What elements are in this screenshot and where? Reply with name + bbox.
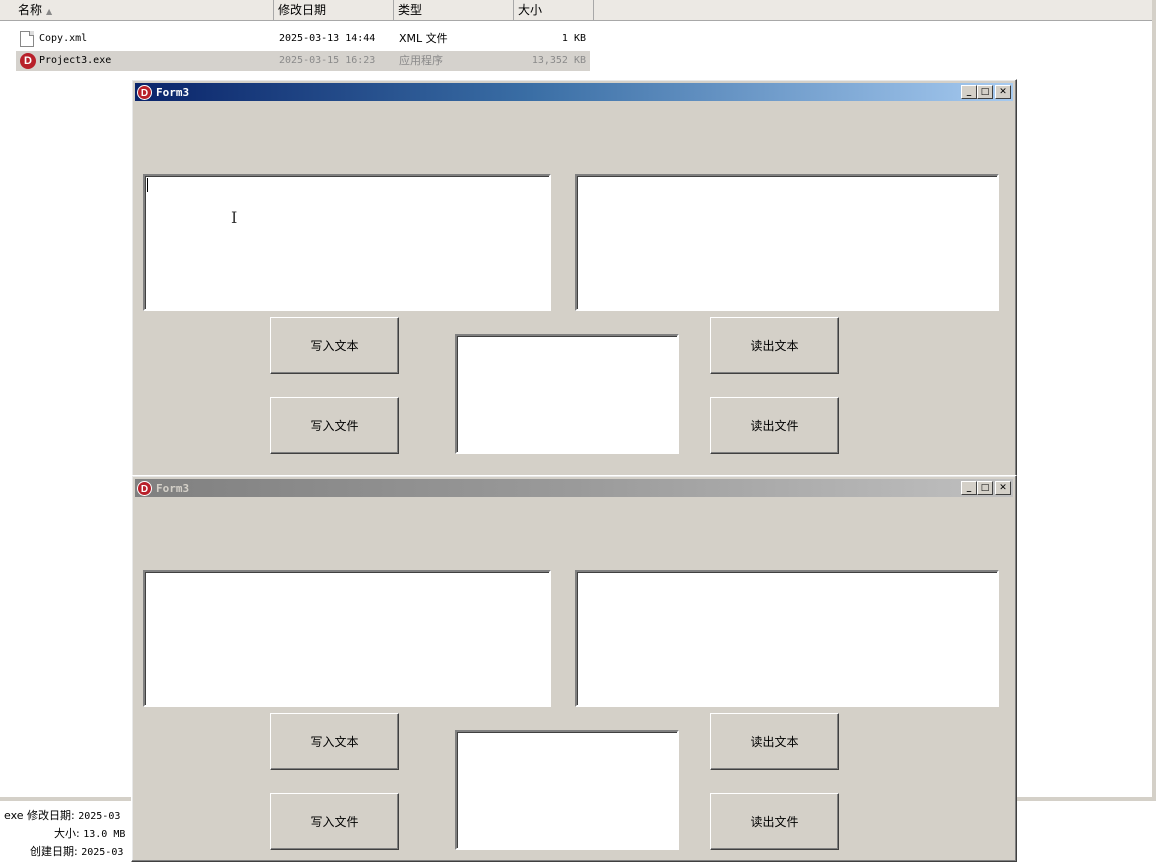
read-text-button[interactable]: 读出文本 <box>710 713 839 770</box>
title-buttons: _ □ ✕ <box>961 85 1011 99</box>
column-size[interactable]: 大小 <box>514 0 594 21</box>
detail-value: 2025-03 <box>81 847 124 858</box>
detail-created: 创建日期: 2025-03 <box>30 843 123 859</box>
title-bar[interactable]: D Form3 _ □ ✕ <box>135 479 1013 497</box>
delphi-app-icon[interactable]: D <box>137 480 152 496</box>
window-title: Form3 <box>156 481 190 495</box>
title-buttons: _ □ ✕ <box>961 481 1011 495</box>
write-file-button[interactable]: 写入文件 <box>270 793 399 850</box>
memo-right[interactable] <box>575 570 999 707</box>
file-name: Copy.xml <box>39 33 88 44</box>
memo-center[interactable] <box>455 334 679 454</box>
maximize-button[interactable]: □ <box>977 481 993 495</box>
write-text-button[interactable]: 写入文本 <box>270 713 399 770</box>
file-type: 应用程序 <box>399 54 443 67</box>
read-file-button[interactable]: 读出文件 <box>710 793 839 850</box>
minimize-button[interactable]: _ <box>961 85 977 99</box>
xml-file-icon <box>20 31 34 47</box>
memo-center[interactable] <box>455 730 679 850</box>
text-caret <box>147 178 148 192</box>
file-row-project3-exe[interactable]: D Project3.exe 2025-03-15 16:23 应用程序 13,… <box>16 51 590 71</box>
column-date[interactable]: 修改日期 <box>274 0 394 21</box>
detail-label: exe 修改日期: <box>4 809 75 822</box>
vertical-scrollbar[interactable] <box>1152 0 1156 862</box>
ibeam-cursor-icon: I <box>231 208 238 227</box>
column-size-label: 大小 <box>518 3 543 17</box>
detail-label: 创建日期: <box>30 845 78 858</box>
maximize-button[interactable]: □ <box>977 85 993 99</box>
detail-label: 大小: <box>54 827 80 840</box>
detail-size: 大小: 13.0 MB <box>54 825 125 841</box>
title-bar[interactable]: D Form3 _ □ ✕ <box>135 83 1013 101</box>
minimize-button[interactable]: _ <box>961 481 977 495</box>
sort-ascending-icon: ▲ <box>46 7 53 16</box>
file-size: 1 KB <box>561 33 586 44</box>
close-button[interactable]: ✕ <box>995 481 1011 495</box>
memo-left[interactable] <box>143 570 551 707</box>
delphi-app-icon: D <box>20 53 36 69</box>
file-date: 2025-03-13 14:44 <box>279 33 376 44</box>
form3-window-active: D Form3 _ □ ✕ I 写入文本 读出文本 写入文件 读出文件 <box>131 79 1017 483</box>
read-file-button[interactable]: 读出文件 <box>710 397 839 454</box>
column-date-label: 修改日期 <box>278 3 327 17</box>
column-name[interactable]: 名称 ▲ <box>0 0 274 21</box>
file-size: 13,352 KB <box>531 55 586 66</box>
file-date: 2025-03-15 16:23 <box>279 55 376 66</box>
file-row-copy-xml[interactable]: Copy.xml 2025-03-13 14:44 XML 文件 1 KB <box>16 29 590 49</box>
file-type: XML 文件 <box>399 32 448 45</box>
memo-left[interactable] <box>143 174 551 311</box>
column-header-bar: 名称 ▲ 修改日期 类型 大小 <box>0 0 1152 21</box>
delphi-app-icon[interactable]: D <box>137 84 152 100</box>
column-name-label: 名称 <box>18 3 43 17</box>
close-button[interactable]: ✕ <box>995 85 1011 99</box>
write-file-button[interactable]: 写入文件 <box>270 397 399 454</box>
detail-modified: exe 修改日期: 2025-03 <box>4 807 120 823</box>
memo-right[interactable] <box>575 174 999 311</box>
column-type[interactable]: 类型 <box>394 0 514 21</box>
detail-value: 13.0 MB <box>83 829 126 840</box>
detail-value: 2025-03 <box>78 811 121 822</box>
file-name: Project3.exe <box>39 55 112 66</box>
column-type-label: 类型 <box>398 3 423 17</box>
read-text-button[interactable]: 读出文本 <box>710 317 839 374</box>
window-title: Form3 <box>156 85 190 99</box>
write-text-button[interactable]: 写入文本 <box>270 317 399 374</box>
form3-window-inactive: D Form3 _ □ ✕ 写入文本 读出文本 写入文件 读出文件 <box>131 475 1017 862</box>
